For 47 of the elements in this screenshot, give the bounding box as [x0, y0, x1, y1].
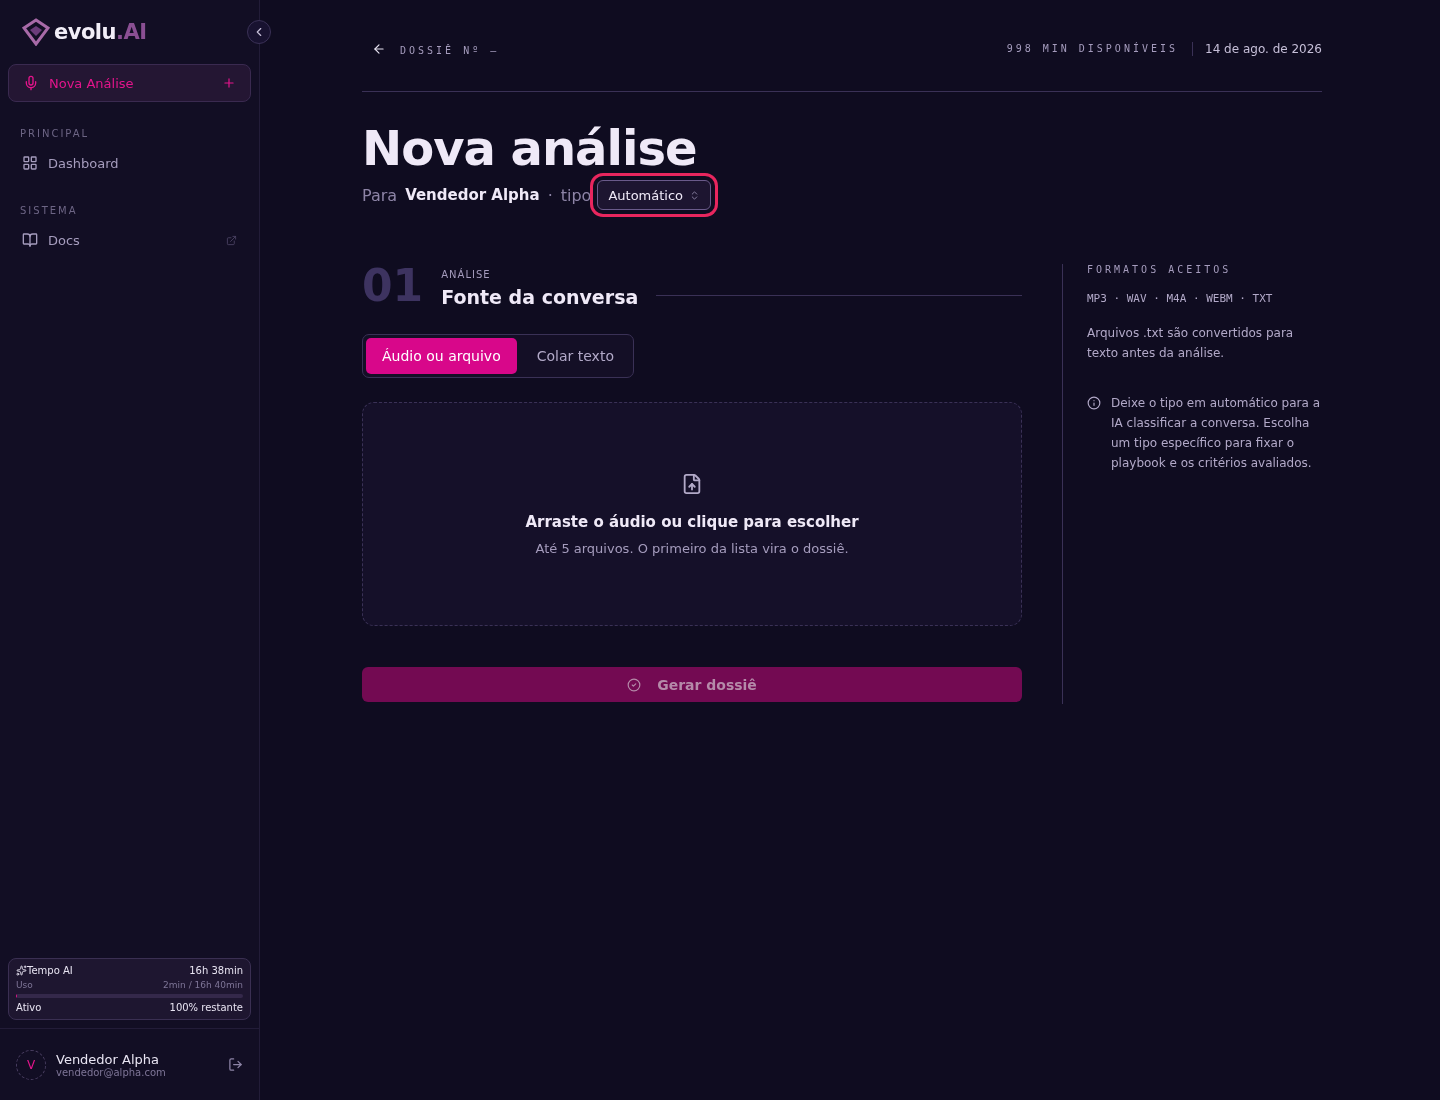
logout-icon[interactable]	[228, 1057, 243, 1072]
dropzone-title: Arraste o áudio ou clique para escolher	[525, 512, 859, 531]
dossier-number: DOSSIÊ Nº —	[400, 45, 500, 56]
date-text: 14 de ago. de 2026	[1192, 41, 1322, 56]
external-link-icon	[226, 234, 237, 246]
usage-value: 2min / 16h 40min	[163, 980, 243, 990]
for-label: Para	[362, 185, 398, 205]
sparkles-icon	[16, 965, 27, 976]
type-label: tipo	[560, 185, 592, 205]
plus-icon	[222, 76, 236, 90]
usage-label: Uso	[16, 980, 33, 990]
formats-list: MP3 · WAV · M4A · WEBM · TXT	[1087, 289, 1322, 309]
info-text: Deixe o tipo em automático para a IA classificar a conversa. Escolha um tipo específico para fixar o playbook e os critérios avaliados.	[1111, 395, 1321, 472]
nav-item[interactable]: Dashboard	[0, 147, 259, 179]
info-icon	[1087, 396, 1101, 410]
dropzone[interactable]: Arraste o áudio ou clique para escolher Até 5 arquivos. O primeiro da lista vira o dossiê.	[362, 402, 1022, 626]
usage-remaining: 100% restante	[169, 1002, 243, 1013]
page-title: Nova análise	[362, 120, 698, 176]
section-title: Fonte da conversa	[441, 286, 639, 308]
formats-note: Arquivos .txt são convertidos para texto antes da análise.	[1087, 325, 1295, 362]
collapse-button[interactable]	[247, 20, 271, 44]
source-tab[interactable]: Colar texto	[520, 338, 630, 374]
logo-text: evolu.AI	[54, 20, 147, 44]
logo-icon	[22, 18, 50, 46]
dropzone-hint: Até 5 arquivos. O primeiro da lista vira o dossiê.	[535, 540, 849, 556]
user-name: Vendedor Alpha	[56, 1051, 160, 1067]
section-heading: PRINCIPAL	[19, 127, 91, 141]
step-number: 01	[362, 264, 424, 308]
book-icon	[22, 232, 38, 248]
usage-total: 16h 38min	[189, 965, 243, 976]
dashboard-icon	[22, 155, 38, 171]
file-upload-icon	[681, 472, 703, 495]
section-heading: SISTEMA	[19, 204, 79, 218]
check-circle-icon	[627, 677, 642, 692]
user-email: vendedor@alpha.com	[56, 1066, 167, 1078]
usage-title: Tempo AI	[27, 965, 74, 976]
back-icon[interactable]	[372, 41, 386, 56]
nav-item[interactable]: Docs	[0, 224, 259, 256]
microphone-icon	[23, 75, 39, 91]
usage-status: Ativo	[16, 1002, 42, 1013]
new-analysis-button[interactable]: Nova Análise	[8, 64, 251, 102]
source-tab[interactable]: Áudio ou arquivo	[366, 338, 517, 374]
separator-dot: ·	[547, 185, 553, 205]
formats-heading: FORMATOS ACEITOS	[1087, 264, 1233, 275]
section-eyebrow: ANÁLISE	[441, 269, 492, 280]
minutes-available: 998 MIN DISPONÍVEIS	[1006, 43, 1178, 54]
seller-name: Vendedor Alpha	[405, 186, 540, 204]
